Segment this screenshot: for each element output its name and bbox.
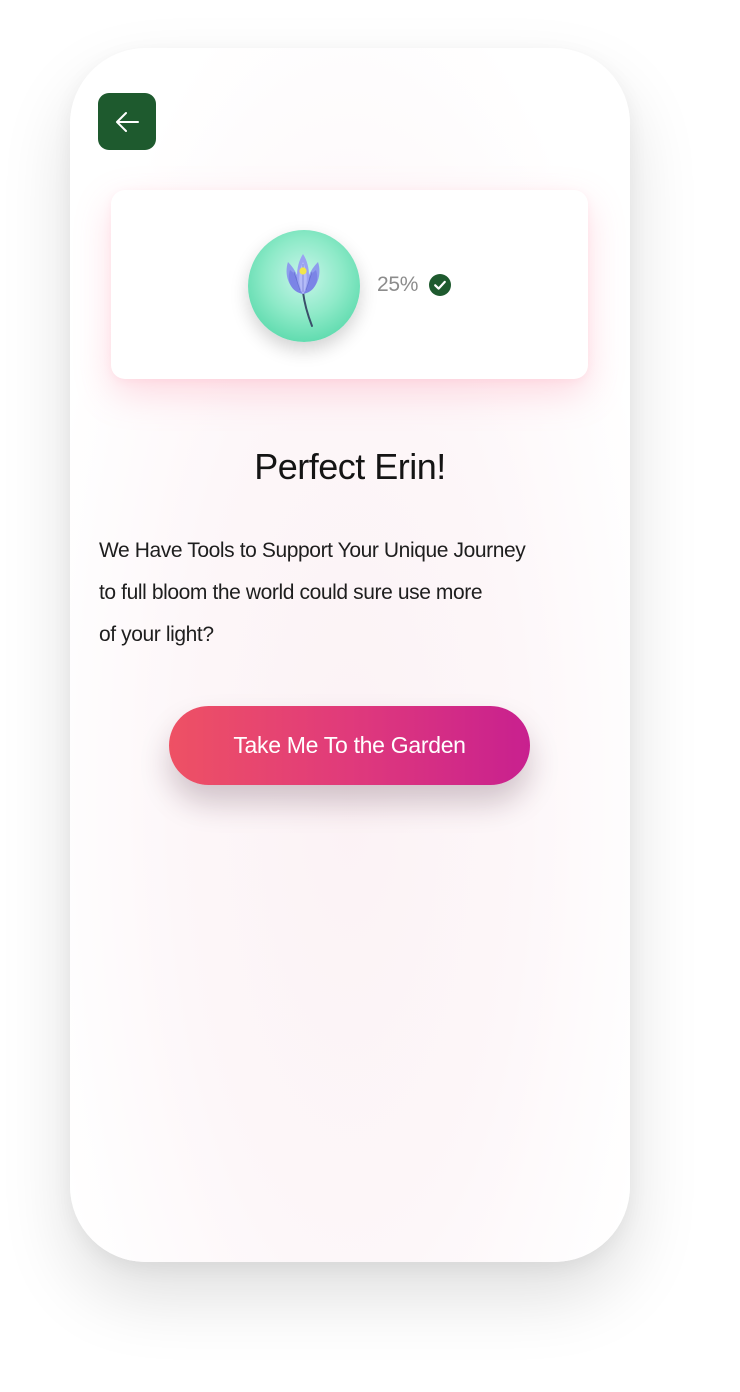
arrow-left-icon xyxy=(116,111,139,132)
progress-card: 25% xyxy=(111,190,588,379)
body-line: to full bloom the world could sure use m… xyxy=(99,581,483,604)
progress-percent: 25% xyxy=(377,273,419,296)
check-circle-icon xyxy=(429,274,451,296)
body-line: of your light? xyxy=(99,623,214,646)
back-button[interactable] xyxy=(98,93,156,150)
page-title: Perfect Erin! xyxy=(254,446,446,487)
lotus-flower-icon xyxy=(248,230,360,342)
take-me-to-garden-button[interactable]: Take Me To the Garden xyxy=(169,706,530,785)
body-text: We Have Tools to Support Your Unique Jou… xyxy=(99,530,599,656)
phone-screen: 25% Perfect Erin! We Have Tools to Suppo… xyxy=(70,48,630,1262)
body-line: We Have Tools to Support Your Unique Jou… xyxy=(99,539,526,562)
